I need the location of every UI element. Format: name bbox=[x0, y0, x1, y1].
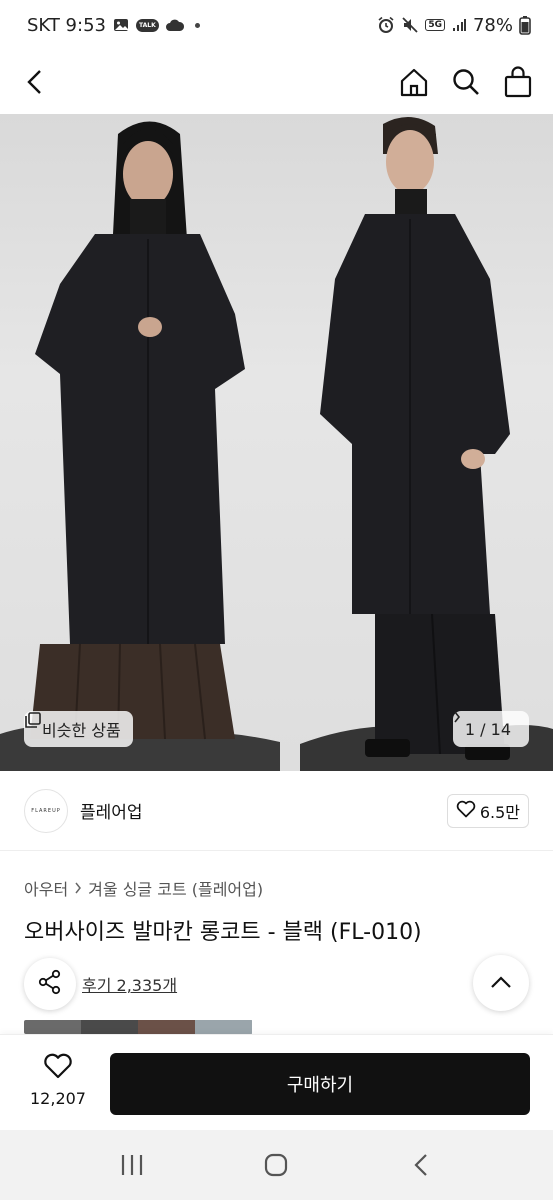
shopping-bag-icon[interactable] bbox=[501, 65, 535, 99]
product-photo-illustration bbox=[0, 116, 553, 771]
heart-icon bbox=[456, 800, 476, 822]
thumbnail[interactable] bbox=[81, 1020, 138, 1034]
breadcrumb-subcategory[interactable]: 겨울 싱글 코트 (플레어업) bbox=[88, 876, 263, 900]
similar-products-button[interactable]: 비슷한 상품 bbox=[24, 711, 133, 747]
home-button-icon[interactable] bbox=[259, 1148, 293, 1182]
chevron-up-icon bbox=[490, 974, 512, 993]
status-bar: SKT 9:53 TALK 5G 78% bbox=[0, 0, 553, 50]
buy-button[interactable]: 구매하기 bbox=[110, 1053, 530, 1115]
thumbnail[interactable] bbox=[138, 1020, 195, 1034]
mute-icon bbox=[401, 16, 419, 34]
search-icon[interactable] bbox=[449, 65, 483, 99]
heart-icon bbox=[43, 1053, 73, 1083]
page-indicator-text: 1 / 14 bbox=[464, 719, 511, 739]
network-5g-icon: 5G bbox=[425, 19, 445, 31]
gallery-icon bbox=[112, 16, 130, 34]
thumbnail[interactable] bbox=[195, 1020, 252, 1034]
brand-like-button[interactable]: 6.5만 bbox=[446, 793, 529, 828]
wishlist-button[interactable]: 12,207 bbox=[22, 1053, 94, 1108]
similar-products-label: 비슷한 상품 bbox=[42, 721, 121, 740]
thumbnail-strip[interactable] bbox=[24, 1020, 253, 1034]
brand-logo-text: FLAREUP bbox=[31, 807, 61, 814]
review-link[interactable]: 후기 2,335개 bbox=[82, 972, 177, 996]
top-nav bbox=[0, 50, 553, 114]
share-icon bbox=[37, 969, 63, 999]
back-icon[interactable] bbox=[18, 65, 52, 99]
cloud-icon bbox=[165, 18, 185, 32]
brand-logo[interactable]: FLAREUP bbox=[24, 788, 68, 833]
notification-dot bbox=[194, 22, 200, 28]
brand-like-count: 6.5만 bbox=[479, 802, 520, 822]
share-button[interactable] bbox=[24, 958, 76, 1010]
alarm-icon bbox=[377, 16, 395, 34]
product-title: 오버사이즈 발마칸 롱코트 - 블랙 (FL-010) bbox=[24, 920, 422, 945]
chevron-right-icon bbox=[74, 879, 82, 898]
breadcrumb-category[interactable]: 아우터 bbox=[24, 876, 68, 900]
brand-row[interactable]: FLAREUP 플레어업 6.5만 bbox=[0, 771, 553, 851]
kakaotalk-icon: TALK bbox=[135, 18, 159, 32]
carrier-time: SKT 9:53 bbox=[27, 14, 106, 36]
home-icon[interactable] bbox=[397, 65, 431, 99]
battery-icon bbox=[519, 15, 531, 35]
recent-apps-icon[interactable] bbox=[115, 1148, 149, 1182]
breadcrumb: 아우터 겨울 싱글 코트 (플레어업) bbox=[24, 876, 263, 900]
image-page-indicator[interactable]: 1 / 14 bbox=[452, 711, 529, 747]
thumbnail[interactable] bbox=[24, 1020, 81, 1034]
back-button-icon[interactable] bbox=[404, 1148, 438, 1182]
battery-level: 78% bbox=[472, 14, 513, 36]
scroll-to-top-button[interactable] bbox=[473, 955, 529, 1011]
bottom-action-bar: 12,207 구매하기 bbox=[0, 1034, 553, 1130]
signal-icon bbox=[451, 17, 467, 33]
system-nav-bar bbox=[0, 1130, 553, 1200]
wishlist-count: 12,207 bbox=[30, 1089, 86, 1108]
product-image[interactable]: 비슷한 상품 1 / 14 bbox=[0, 114, 553, 771]
brand-name[interactable]: 플레어업 bbox=[80, 798, 143, 823]
